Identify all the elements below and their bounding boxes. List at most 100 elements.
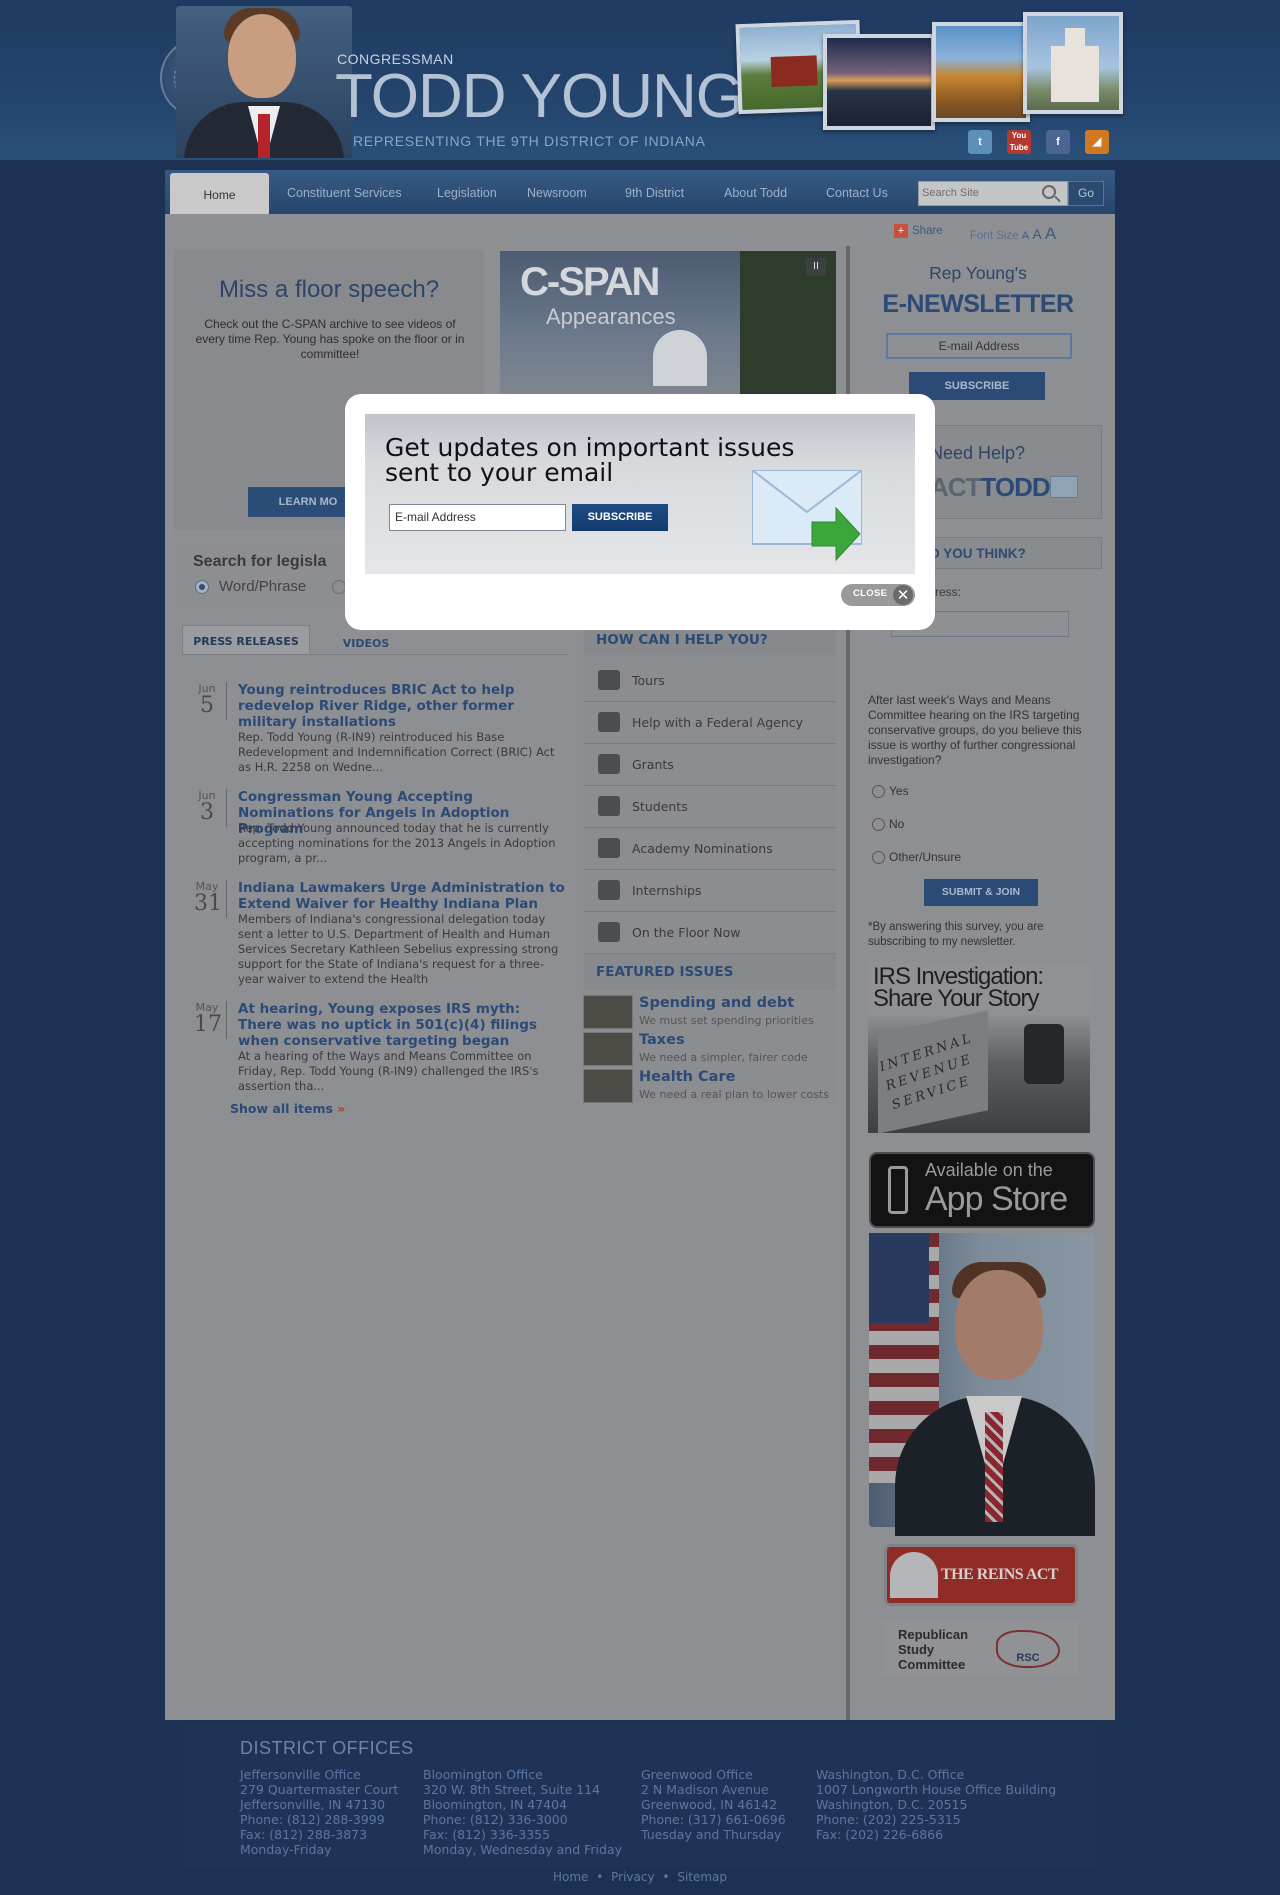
news-title-link[interactable]: Young reintroduces BRIC Act to help rede…: [238, 682, 568, 730]
help-item-grants[interactable]: Grants: [584, 744, 836, 786]
nav-home[interactable]: Home: [170, 173, 269, 214]
tab-press-releases[interactable]: PRESS RELEASES: [182, 625, 310, 655]
close-icon[interactable]: ✕: [893, 585, 913, 605]
pause-icon[interactable]: II: [806, 258, 826, 276]
word-phrase-label: Word/Phrase: [219, 578, 307, 595]
photo-tie: [985, 1412, 1003, 1522]
footer-link-home[interactable]: Home: [553, 1870, 588, 1884]
irs-banner-title: IRS Investigation: Share Your Story: [873, 963, 1044, 1012]
office-name: Greenwood Office: [641, 1767, 753, 1782]
modal-email-input[interactable]: E-mail Address: [389, 504, 566, 531]
office-city: Jeffersonville, IN 47130: [240, 1797, 386, 1812]
share-link[interactable]: + Share: [894, 224, 943, 238]
footer-link-separator: •: [662, 1870, 670, 1884]
email-arrow-icon: [752, 470, 862, 562]
office-street: 2 N Madison Avenue: [641, 1782, 769, 1797]
news-item: May 31 Indiana Lawmakers Urge Administra…: [182, 880, 568, 986]
issue-title[interactable]: Taxes: [639, 1032, 685, 1048]
survey-radio-other[interactable]: [872, 851, 885, 864]
nav-constituent-services[interactable]: Constituent Services: [287, 186, 402, 200]
survey-radio-no[interactable]: [872, 818, 885, 831]
news-date-divider: [226, 682, 227, 720]
header-photo-autumn: [932, 22, 1030, 122]
issue-title[interactable]: Health Care: [639, 1069, 735, 1085]
footer-links: Home • Privacy • Sitemap: [0, 1870, 1280, 1884]
office-phone: Phone: (812) 336-3000: [423, 1812, 568, 1827]
issue-title[interactable]: Spending and debt: [639, 995, 794, 1011]
office-bloomington: Bloomington Office 320 W. 8th Street, Su…: [423, 1767, 622, 1857]
help-item-tours[interactable]: Tours: [584, 660, 836, 702]
newsletter-email-field[interactable]: E-mail Address: [886, 333, 1072, 359]
tab-videos[interactable]: VIDEOS: [316, 628, 416, 655]
contact-todd-link[interactable]: ACTTODD: [930, 472, 1051, 503]
survey-radio-yes[interactable]: [872, 785, 885, 798]
search-go-button[interactable]: Go: [1068, 181, 1104, 206]
featured-issue-health-care[interactable]: Health Care We need a real plan to lower …: [583, 1069, 837, 1103]
office-phone: Phone: (812) 288-3999: [240, 1812, 385, 1827]
news-title-link[interactable]: Indiana Lawmakers Urge Administration to…: [238, 880, 568, 912]
help-item-label: On the Floor Now: [632, 925, 741, 940]
help-item-floor-now[interactable]: On the Floor Now: [584, 912, 836, 954]
help-item-federal-agency[interactable]: Help with a Federal Agency: [584, 702, 836, 744]
news-title-link[interactable]: At hearing, Young exposes IRS myth: Ther…: [238, 1001, 568, 1049]
chevron-right-icon: »: [332, 1101, 346, 1116]
capitol-dome: [653, 330, 707, 386]
search-icon[interactable]: [1042, 185, 1056, 199]
survey-label-yes: Yes: [889, 784, 909, 798]
issue-subtitle: We must set spending priorities: [639, 1014, 814, 1027]
font-size-label: Font Size: [970, 230, 1019, 242]
rsc-label: Republican Study Committee: [898, 1627, 969, 1672]
twitter-icon[interactable]: t: [968, 130, 992, 154]
help-item-internships[interactable]: Internships: [584, 870, 836, 912]
news-excerpt: Members of Indiana's congressional deleg…: [238, 912, 559, 986]
help-item-academy-nominations[interactable]: Academy Nominations: [584, 828, 836, 870]
font-size-medium[interactable]: A: [1032, 226, 1041, 242]
font-size-small[interactable]: A: [1022, 230, 1029, 242]
nav-about-todd[interactable]: About Todd: [724, 186, 787, 200]
nav-legislation[interactable]: Legislation: [437, 186, 497, 200]
featured-issue-taxes[interactable]: Taxes We need a simpler, fairer code: [583, 1032, 837, 1066]
survey-address-label: ress:: [935, 585, 962, 599]
survey-label-no: No: [889, 817, 905, 831]
nav-newsroom[interactable]: Newsroom: [527, 186, 587, 200]
legislation-search-title: Search for legisla: [193, 553, 327, 570]
gavel-icon: [598, 922, 620, 942]
news-excerpt: Rep. Todd Young announced today that he …: [238, 821, 556, 865]
tab-divider: [182, 654, 568, 655]
help-item-label: Academy Nominations: [632, 841, 773, 856]
app-store-line1: Available on the: [925, 1160, 1053, 1180]
show-all-items-link[interactable]: Show all items »: [230, 1101, 345, 1116]
submit-join-button[interactable]: SUBMIT & JOIN: [924, 879, 1038, 906]
modal-subscribe-button[interactable]: SUBSCRIBE: [572, 504, 668, 531]
facebook-icon[interactable]: f: [1046, 130, 1070, 154]
newsletter-heading: E-NEWSLETTER: [882, 290, 1074, 318]
office-hours: Tuesday and Thursday: [641, 1827, 782, 1842]
font-size-large[interactable]: A: [1045, 224, 1056, 243]
cspan-subtitle: Appearances: [546, 304, 676, 329]
nav-contact-us[interactable]: Contact Us: [826, 186, 888, 200]
issue-thumbnail: [583, 995, 633, 1029]
news-date-divider: [226, 880, 227, 918]
youtube-icon[interactable]: You Tube: [1007, 130, 1031, 154]
help-item-label: Students: [632, 799, 688, 814]
reins-act-label: THE REINS ACT: [941, 1566, 1059, 1583]
office-name: Washington, D.C. Office: [816, 1767, 965, 1782]
rss-icon[interactable]: ◢: [1085, 130, 1109, 154]
featured-issue-spending[interactable]: Spending and debt We must set spending pr…: [583, 995, 837, 1029]
nav-9th-district[interactable]: 9th District: [625, 186, 684, 200]
apple-icon: [598, 796, 620, 816]
site-title[interactable]: TODD YOUNG: [335, 66, 744, 128]
help-item-label: Tours: [632, 673, 665, 688]
word-phrase-radio[interactable]: [195, 580, 209, 594]
rsc-logo: RSC: [996, 1630, 1060, 1668]
footer-link-sitemap[interactable]: Sitemap: [677, 1870, 727, 1884]
office-greenwood: Greenwood Office 2 N Madison Avenue Gree…: [641, 1767, 786, 1842]
help-item-label: Help with a Federal Agency: [632, 715, 804, 730]
help-item-students[interactable]: Students: [584, 786, 836, 828]
footer-link-privacy[interactable]: Privacy: [611, 1870, 654, 1884]
second-option-radio[interactable]: [332, 580, 346, 594]
phone-icon: [888, 1166, 908, 1214]
newsletter-subscribe-button[interactable]: SUBSCRIBE: [909, 372, 1045, 400]
news-day: 31: [194, 891, 222, 916]
issue-thumbnail: [583, 1069, 633, 1103]
